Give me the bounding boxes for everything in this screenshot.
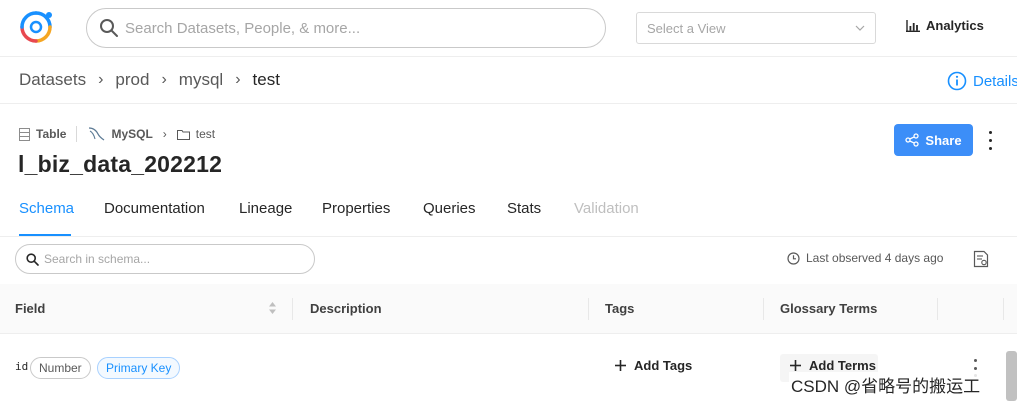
- details-toggle[interactable]: Details: [947, 71, 1017, 91]
- tab-schema[interactable]: Schema: [19, 200, 74, 217]
- tab-queries[interactable]: Queries: [423, 200, 476, 217]
- column-divider: [937, 298, 938, 320]
- plus-icon: [790, 360, 801, 371]
- last-observed-info: Last observed 4 days ago: [787, 251, 943, 265]
- watermark-text: CSDN @省略号的搬运工: [789, 372, 983, 397]
- datahub-logo-icon[interactable]: [18, 9, 54, 45]
- last-observed-text: Last observed 4 days ago: [806, 251, 944, 265]
- tab-stats[interactable]: Stats: [507, 200, 541, 217]
- add-tags-label: Add Tags: [634, 358, 693, 373]
- plus-icon: [615, 360, 626, 371]
- container-label[interactable]: test: [196, 127, 215, 141]
- clock-icon: [787, 251, 800, 265]
- share-label: Share: [925, 132, 962, 148]
- chevron-down-icon: [855, 25, 865, 31]
- column-divider: [763, 298, 764, 320]
- share-button[interactable]: Share: [894, 124, 973, 156]
- column-header-description: Description: [310, 301, 382, 316]
- field-name: id: [15, 360, 29, 373]
- global-search-input[interactable]: Search Datasets, People, & more...: [86, 8, 606, 48]
- column-header-tags: Tags: [605, 301, 635, 316]
- sort-icon[interactable]: [268, 301, 277, 315]
- meta-divider: [76, 126, 78, 142]
- column-header-glossary-terms: Glossary Terms: [780, 301, 878, 316]
- tab-lineage[interactable]: Lineage: [239, 200, 292, 217]
- platform-label[interactable]: MySQL: [111, 127, 152, 141]
- tab-documentation[interactable]: Documentation: [104, 200, 205, 217]
- vertical-scrollbar[interactable]: [1006, 351, 1017, 401]
- breadcrumb-separator-icon: ›: [235, 71, 241, 88]
- search-icon: [26, 252, 39, 266]
- search-placeholder: Search Datasets, People, & more...: [125, 19, 361, 37]
- table-icon: [19, 127, 30, 141]
- top-nav-bar: Search Datasets, People, & more... Selec…: [0, 0, 1017, 57]
- mysql-dolphin-icon: [89, 127, 105, 141]
- search-icon: [100, 19, 118, 37]
- more-options-icon[interactable]: [984, 128, 996, 152]
- folder-icon: [176, 129, 190, 140]
- breadcrumb: Datasets › prod › mysql › test: [19, 70, 280, 90]
- entity-type-label: Table: [36, 127, 67, 141]
- entity-tabs: Schema Documentation Lineage Properties …: [0, 190, 1017, 237]
- schema-search-input[interactable]: Search in schema...: [15, 244, 315, 274]
- schema-table-header: Field Description Tags Glossary Terms: [0, 284, 1017, 334]
- analytics-link[interactable]: Analytics: [906, 18, 984, 33]
- add-terms-button[interactable]: Add Terms: [789, 358, 876, 373]
- details-label: Details: [973, 72, 1017, 90]
- entity-meta-row: Table MySQL › test: [19, 126, 215, 142]
- breadcrumb-item-test[interactable]: test: [253, 70, 280, 90]
- view-select-dropdown[interactable]: Select a View: [636, 12, 876, 44]
- tab-validation: Validation: [574, 200, 639, 217]
- breadcrumb-item-datasets[interactable]: Datasets: [19, 70, 86, 90]
- schema-blame-icon[interactable]: [973, 250, 989, 273]
- column-divider: [588, 298, 589, 320]
- analytics-label: Analytics: [926, 18, 984, 33]
- share-icon: [905, 133, 920, 147]
- breadcrumb-separator-icon: ›: [161, 71, 167, 88]
- page-title: l_biz_data_202212: [18, 151, 223, 177]
- breadcrumb-item-prod[interactable]: prod: [115, 70, 149, 90]
- add-tags-button[interactable]: Add Tags: [614, 358, 692, 373]
- info-icon: [947, 71, 967, 91]
- bar-chart-icon: [906, 19, 920, 32]
- tab-properties[interactable]: Properties: [322, 200, 390, 217]
- breadcrumb-item-mysql[interactable]: mysql: [179, 70, 223, 90]
- column-header-field[interactable]: Field: [15, 301, 45, 316]
- column-divider: [1003, 298, 1004, 320]
- active-tab-indicator: [19, 234, 71, 236]
- breadcrumb-bar: Datasets › prod › mysql › test Details: [0, 58, 1017, 104]
- chevron-right-icon: ›: [162, 127, 167, 141]
- view-select-placeholder: Select a View: [647, 20, 726, 36]
- primary-key-badge: Primary Key: [97, 357, 181, 379]
- add-terms-label: Add Terms: [809, 358, 876, 373]
- breadcrumb-separator-icon: ›: [98, 71, 104, 88]
- field-type-badge: Number: [30, 357, 91, 379]
- column-divider: [292, 298, 293, 320]
- schema-search-placeholder: Search in schema...: [44, 252, 151, 266]
